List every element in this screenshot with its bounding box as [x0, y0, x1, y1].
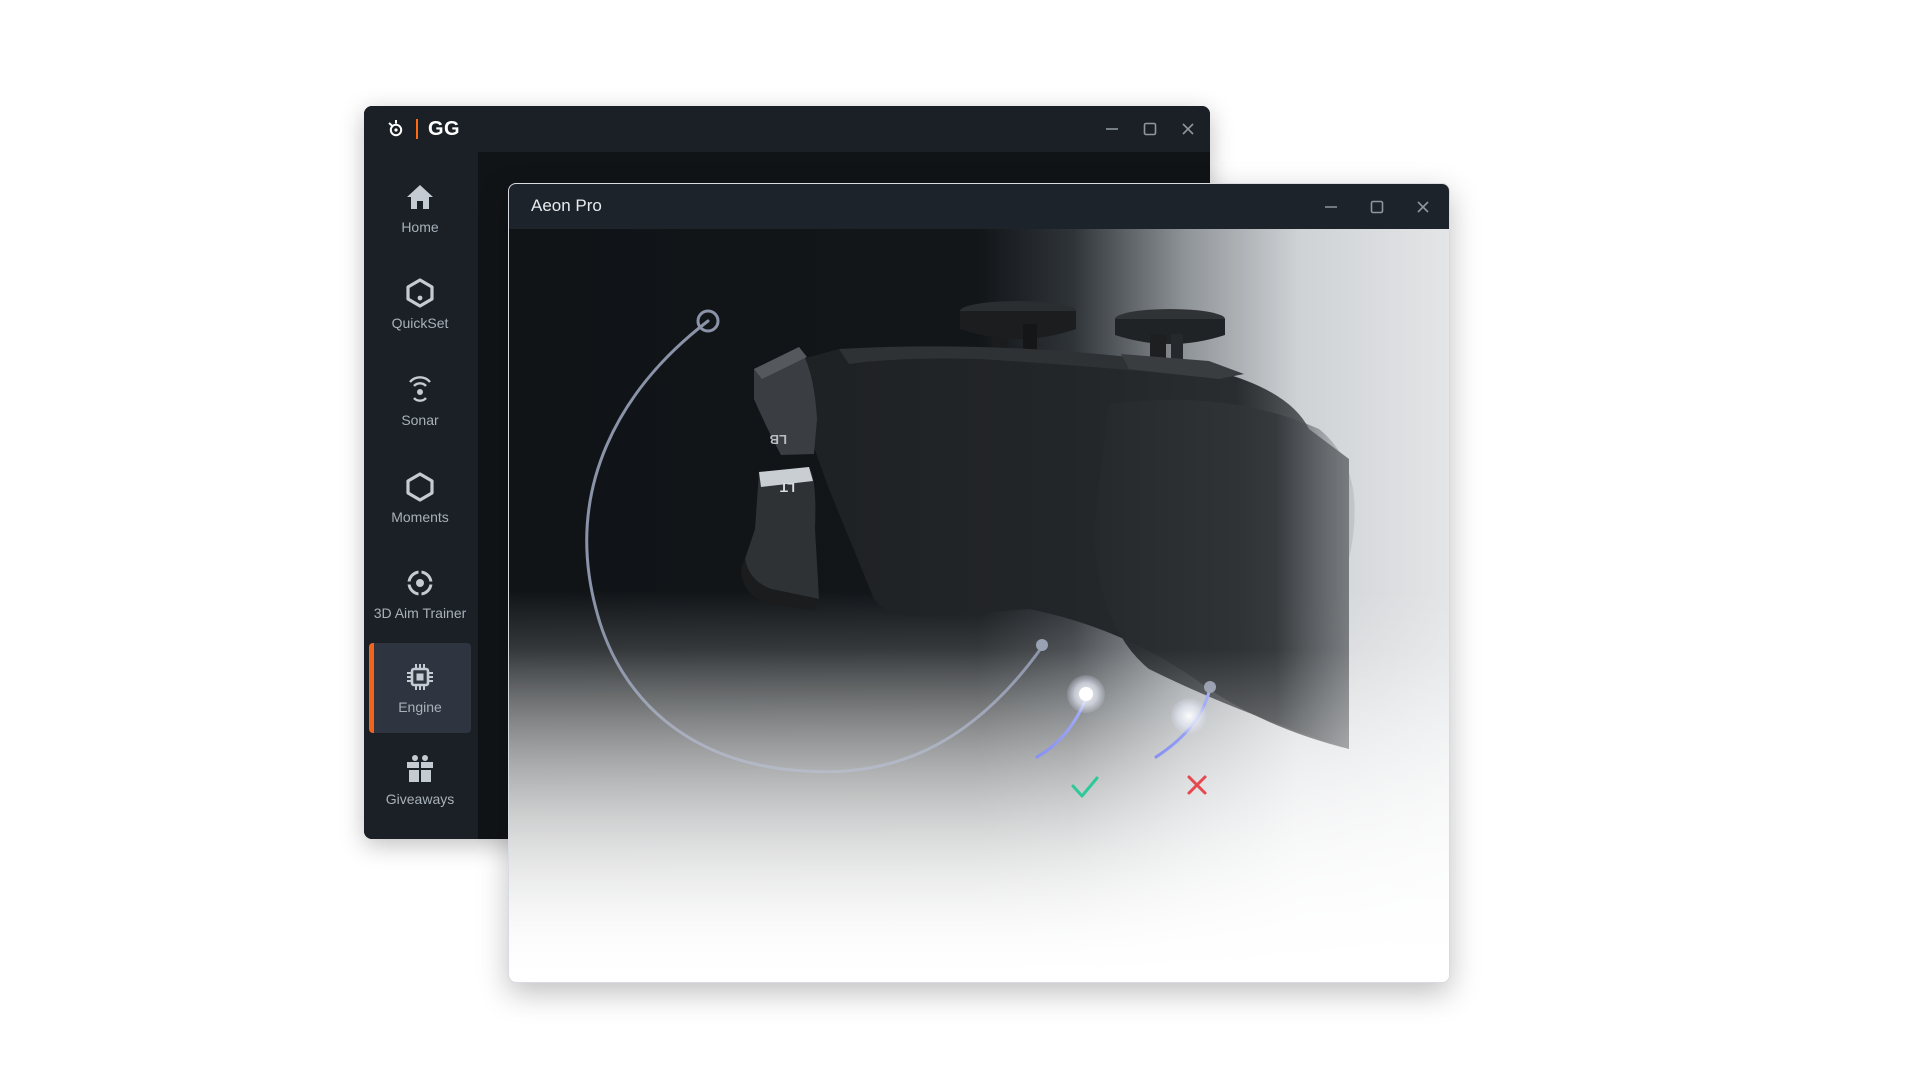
aim-trainer-icon [403, 566, 437, 600]
sidebar-item-sonar[interactable]: Sonar [369, 357, 471, 445]
engine-chip-icon [403, 660, 437, 694]
sidebar-item-label: QuickSet [391, 314, 449, 331]
aeon-window-controls [1323, 184, 1431, 229]
left-trigger: LT [741, 467, 819, 611]
controller-illustration: LB LT [509, 301, 1449, 982]
sidebar-item-quickset[interactable]: QuickSet [369, 260, 471, 348]
close-icon[interactable] [1180, 121, 1196, 137]
sidebar-item-label: 3D Aim Trainer [373, 604, 467, 621]
aeon-titlebar: Aeon Pro [509, 184, 1449, 229]
minimize-icon[interactable] [1323, 199, 1339, 215]
close-icon[interactable] [1415, 199, 1431, 215]
gg-titlebar: GG [364, 106, 1210, 152]
window-title: Aeon Pro [531, 196, 602, 215]
gg-logo-text: GG [428, 117, 461, 140]
gg-logo: GG [386, 117, 461, 140]
sidebar-item-giveaways[interactable]: Giveaways [369, 736, 471, 824]
sidebar-item-label: Sonar [401, 411, 439, 428]
maximize-icon[interactable] [1142, 121, 1158, 137]
moments-icon [403, 470, 437, 504]
maximize-icon[interactable] [1369, 199, 1385, 215]
sidebar-item-moments[interactable]: Moments [369, 454, 471, 542]
gg-window-controls [1104, 106, 1196, 152]
sidebar-item-label: Engine [398, 698, 442, 715]
gg-sidebar: Home QuickSet Sonar Moments 3D Aim Train [364, 152, 478, 839]
steelseries-logo-icon [388, 120, 403, 137]
sonar-icon [403, 373, 437, 407]
gift-icon [403, 752, 437, 786]
home-icon [403, 180, 437, 214]
lb-label: LB [770, 432, 787, 447]
sidebar-item-label: Home [401, 218, 439, 235]
quickset-icon [403, 276, 437, 310]
sidebar-item-label: Moments [391, 508, 449, 525]
sidebar-item-home[interactable]: Home [369, 164, 471, 252]
sidebar-item-3d-aim-trainer[interactable]: 3D Aim Trainer [369, 544, 471, 644]
aeon-content: LB LT [509, 229, 1449, 982]
sidebar-item-label: Giveaways [385, 790, 455, 807]
minimize-icon[interactable] [1104, 121, 1120, 137]
sidebar-item-engine[interactable]: Engine [369, 643, 471, 733]
aeon-pro-window: Aeon Pro LB LT [508, 183, 1450, 983]
lt-label: LT [780, 480, 795, 495]
logo-divider [416, 119, 418, 139]
